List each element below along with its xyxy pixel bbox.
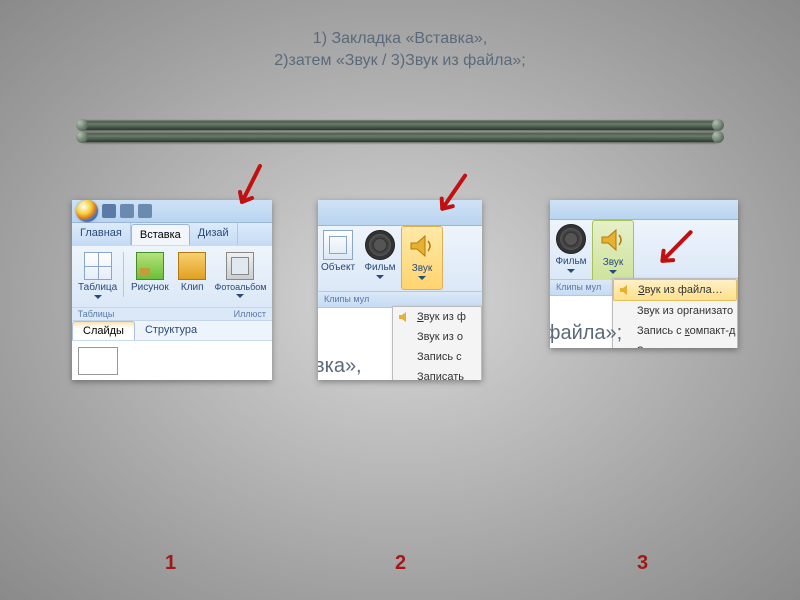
chevron-down-icon [236,294,244,298]
screenshot-1: Главная Вставка Дизай Таблица Рисунок Кл… [72,200,272,380]
ribbon-sound-button[interactable]: Звук [401,226,443,290]
chevron-down-icon [567,269,575,273]
sound-dropdown-menu: Звук из ф Звук из о Запись с Записать [392,306,482,380]
menu-item-sound-from-organizer[interactable]: Звук из организато [613,301,737,321]
ribbon-tabs: Главная Вставка Дизай [72,223,272,245]
ribbon-movie-button[interactable]: Фильм [359,226,401,290]
group-label-tables: Таблицы [72,309,120,319]
ribbon-table-button[interactable]: Таблица [76,250,119,299]
pane-tab-structure[interactable]: Структура [135,321,207,340]
sound-dropdown-menu: Звук из файла… Звук из организато Запись… [612,278,738,348]
chevron-down-icon [376,275,384,279]
background-slide-text: вка», [318,355,362,378]
menu-item-record-sound[interactable]: Записать звук [613,341,737,348]
qat-save-icon[interactable] [102,204,116,218]
step-label-1: 1 [165,552,176,575]
ribbon-insert: Таблица Рисунок Клип Фотоальбом [72,245,272,307]
ribbon-movie-button[interactable]: Фильм [550,220,592,284]
office-button-icon[interactable] [76,200,98,222]
ribbon-media-group: Объект Фильм Звук [318,226,482,292]
slide-title: 1) Закладка «Вставка», 2)затем «Звук / 3… [0,0,800,71]
pane-tab-slides[interactable]: Слайды [72,321,135,340]
speaker-small-icon [618,283,632,297]
menu-item-record-from-cd[interactable]: Запись с компакт-д [613,321,737,341]
decorative-divider [80,120,720,146]
quick-access-toolbar [72,200,272,223]
speaker-icon [598,225,628,255]
title-line-2: 2)затем «Звук / 3)Звук из файла»; [274,52,525,69]
ribbon-photoalbum-button[interactable]: Фотоальбом [213,250,268,299]
ribbon-media-group: Фильм Звук [550,220,738,280]
ribbon-clip-button[interactable]: Клип [176,250,209,299]
background-slide-text: файла»; [550,322,622,345]
object-icon [323,230,353,260]
group-label-illust: Иллюст [120,309,272,319]
pane-tabs: Слайды Структура [72,320,272,340]
ribbon-object-button[interactable]: Объект [318,226,358,290]
chevron-down-icon [418,276,426,280]
ribbon-picture-button[interactable]: Рисунок [128,250,171,299]
step-label-2: 2 [395,552,406,575]
film-reel-icon [556,224,586,254]
screenshot-2: Объект Фильм Звук Клипы мул вка», [318,200,482,380]
menu-item-sound-from-organizer[interactable]: Звук из о [393,327,481,347]
slide-thumb-1[interactable] [78,347,118,375]
title-line-1: 1) Закладка «Вставка», [313,30,487,47]
tab-design[interactable]: Дизай [190,223,238,245]
film-reel-icon [365,230,395,260]
screenshot-3: Фильм Звук Клипы мул Звук из файла… Звук… [550,200,738,348]
qat-redo-icon[interactable] [138,204,152,218]
speaker-icon [407,231,437,261]
qat-undo-icon[interactable] [120,204,134,218]
picture-icon [136,252,164,280]
clipart-icon [178,252,206,280]
tab-home[interactable]: Главная [72,223,131,245]
slide-thumbnail-pane [72,340,272,380]
menu-item-sound-from-file[interactable]: Звук из ф [393,307,481,327]
chevron-down-icon [609,270,617,274]
speaker-small-icon [397,310,411,324]
ribbon-sound-button[interactable]: Звук [592,220,634,284]
photoalbum-icon [226,252,254,280]
menu-item-record-sound[interactable]: Записать [393,367,481,380]
tab-insert[interactable]: Вставка [131,224,190,245]
menu-item-sound-from-file[interactable]: Звук из файла… [613,279,737,301]
step-label-3: 3 [637,552,648,575]
menu-item-record-from-cd[interactable]: Запись с [393,347,481,367]
table-icon [84,252,112,280]
chevron-down-icon [94,295,102,299]
